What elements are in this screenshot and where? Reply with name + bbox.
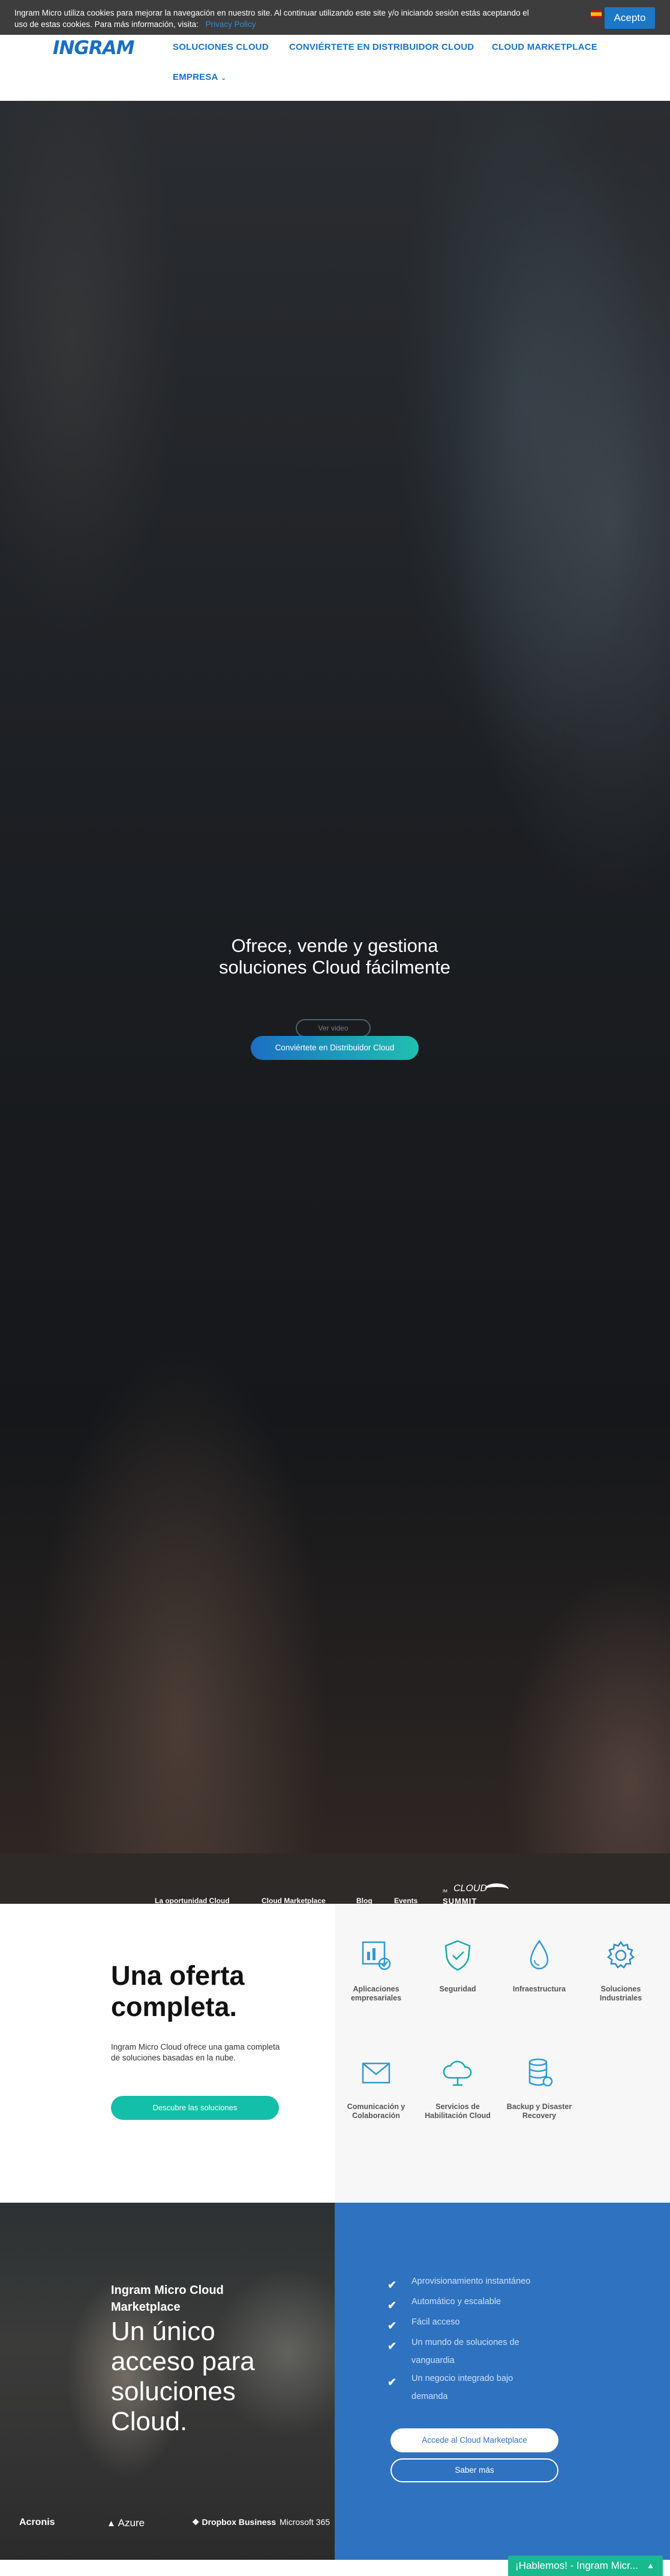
nav-cloud-marketplace[interactable]: CLOUD MARKETPLACE — [492, 42, 597, 52]
nav-empresa-label: EMPRESA — [173, 72, 218, 82]
chevron-down-icon: ⌄ — [221, 75, 227, 82]
benefit-text: Aprovisionamiento instantáneo — [411, 2277, 531, 2286]
benefit-item: ✔ Un mundo de soluciones de vanguardia — [387, 2334, 540, 2370]
privacy-policy-link[interactable]: Privacy Policy — [206, 20, 256, 29]
summit-swirl-icon — [485, 1883, 509, 1895]
offer-title: Una oferta completa. — [111, 1960, 245, 2022]
solution-aplicaciones[interactable]: Aplicaciones empresariales — [343, 1937, 409, 2003]
cookie-text: Ingram Micro utiliza cookies para mejora… — [14, 8, 529, 29]
benefit-text: Un mundo de soluciones de vanguardia — [411, 2338, 519, 2365]
spain-flag-icon[interactable] — [591, 10, 602, 18]
learn-more-button[interactable]: Saber más — [390, 2458, 558, 2482]
solution-label: Servicios de Habilitación Cloud — [425, 2102, 491, 2120]
chevron-up-icon: ▲ — [647, 2561, 654, 2570]
dropbox-label: Dropbox Business — [202, 2517, 277, 2527]
mail-icon — [362, 2062, 390, 2084]
cookie-message: Ingram Micro utiliza cookies para mejora… — [14, 7, 542, 30]
azure-logo: ▲ Azure — [107, 2517, 145, 2529]
access-marketplace-button[interactable]: Accede al Cloud Marketplace — [390, 2428, 558, 2452]
discover-solutions-button[interactable]: Descubre las soluciones — [111, 2096, 279, 2120]
hero-title: Ofrece, vende y gestiona soluciones Clou… — [219, 935, 450, 978]
acronis-logo: Acronis — [19, 2517, 55, 2527]
azure-mark-icon: ▲ — [107, 2518, 116, 2529]
solution-label: Seguridad — [439, 1985, 476, 1993]
solution-infraestructura[interactable]: Infraestructura — [506, 1937, 572, 1994]
marketplace-title: Un único acceso para soluciones Cloud. — [111, 2317, 255, 2436]
solutions-grid: Aplicaciones empresariales Seguridad Inf… — [335, 1904, 670, 2203]
chat-label: ¡Hablemos! - Ingram Micr... — [515, 2560, 638, 2571]
cloud-icon — [443, 2060, 472, 2086]
solution-industriales[interactable]: Soluciones Industriales — [588, 1937, 654, 2003]
chat-widget[interactable]: ¡Hablemos! - Ingram Micr... ▲ — [508, 2556, 663, 2576]
gear-icon — [607, 1940, 635, 1969]
solution-habilitacion[interactable]: Servicios de Habilitación Cloud — [425, 2055, 491, 2120]
solution-label: Aplicaciones empresariales — [350, 1985, 402, 2002]
summit-cloud: CLOUD — [453, 1883, 488, 1894]
benefit-text: Un negocio integrado bajo demanda — [411, 2374, 513, 2401]
solution-label: Infraestructura — [512, 1985, 566, 1993]
summit-im: IM — [443, 1889, 447, 1894]
marketplace-photo: Ingram Micro Cloud Marketplace Un único … — [0, 2203, 335, 2560]
solution-label: Comunicación y Colaboración — [347, 2102, 405, 2120]
benefit-item: ✔ Aprovisionamiento instantáneo — [387, 2272, 582, 2291]
database-icon — [528, 2058, 553, 2087]
check-icon: ✔ — [387, 2340, 397, 2352]
offer-description: Ingram Micro Cloud ofrece una gama compl… — [111, 2042, 280, 2062]
drop-icon — [530, 1939, 549, 1970]
marketplace-section: Ingram Micro Cloud Marketplace Un único … — [0, 2203, 670, 2560]
nav-soluciones-cloud[interactable]: SOLUCIONES CLOUD — [173, 42, 269, 52]
benefit-item: ✔ Automático y escalable — [387, 2293, 582, 2311]
solution-backup[interactable]: Backup y Disaster Recovery — [506, 2055, 572, 2120]
hero-section: Ofrece, vende y gestiona soluciones Clou… — [0, 101, 670, 1853]
logo-text: INGRAM — [53, 37, 135, 59]
solution-label: Backup y Disaster Recovery — [506, 2102, 572, 2120]
nav-empresa[interactable]: EMPRESA ⌄ — [173, 72, 226, 82]
check-icon: ✔ — [387, 2279, 397, 2291]
ingram-logo[interactable]: INGRAM — [53, 37, 149, 59]
accept-cookies-button[interactable]: Acepto — [605, 7, 655, 29]
benefit-item: ✔ Un negocio integrado bajo demanda — [387, 2370, 540, 2406]
dropbox-icon: ❖ — [192, 2517, 200, 2527]
dropbox-logo: ❖ Dropbox Business — [192, 2517, 276, 2527]
solution-comunicacion[interactable]: Comunicación y Colaboración — [343, 2055, 409, 2120]
check-icon: ✔ — [387, 2320, 397, 2332]
solution-label: Soluciones Industriales — [599, 1985, 642, 2002]
nav-distribuidor-cloud[interactable]: CONVIÉRTETE EN DISTRIBUIDOR CLOUD — [289, 42, 474, 52]
cloud-summit-logo[interactable]: IM CLOUD SUMMIT — [443, 1883, 515, 1906]
become-distributor-button[interactable]: Conviértete en Distribuidor Cloud — [251, 1036, 419, 1060]
check-icon: ✔ — [387, 2376, 397, 2388]
marketplace-kicker: Ingram Micro Cloud Marketplace — [111, 2284, 224, 2314]
benefit-text: Fácil acceso — [411, 2317, 460, 2327]
azure-label: Azure — [118, 2517, 145, 2529]
watch-video-button[interactable]: Ver video — [296, 1019, 371, 1037]
shield-icon — [444, 1940, 471, 1971]
secondary-nav: La oportunidad Cloud Cloud Marketplace B… — [0, 1853, 670, 1906]
site-header: INGRAM SOLUCIONES CLOUD CONVIÉRTETE EN D… — [0, 35, 670, 101]
benefit-text: Automático y escalable — [411, 2297, 501, 2307]
offer-section: Una oferta completa. Ingram Micro Cloud … — [0, 1904, 670, 2203]
solution-seguridad[interactable]: Seguridad — [425, 1937, 491, 1994]
benefit-item: ✔ Fácil acceso — [387, 2313, 582, 2332]
chart-icon — [362, 1941, 391, 1970]
microsoft-365-logo: Microsoft 365 — [280, 2517, 331, 2527]
cookie-banner: Ingram Micro utiliza cookies para mejora… — [0, 0, 670, 35]
check-icon: ✔ — [387, 2299, 397, 2311]
